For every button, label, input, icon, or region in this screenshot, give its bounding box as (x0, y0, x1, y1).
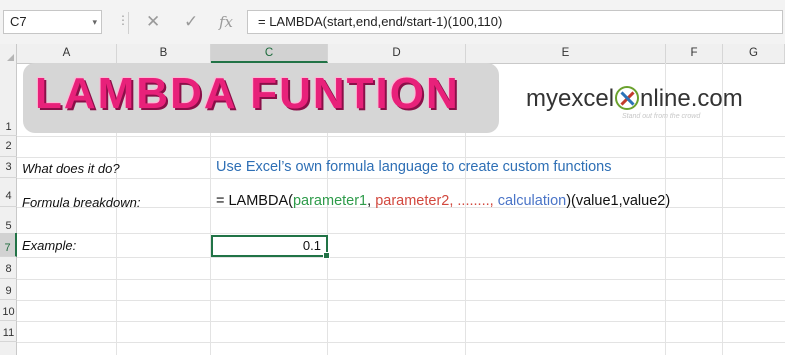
column-header-e[interactable]: E (466, 44, 666, 63)
cell-value: 0.1 (302, 238, 321, 253)
formula-bar: C7 ▾ ⋮ ✕ ✓ fx = LAMBDA(start,end,end/sta… (0, 0, 785, 45)
column-header-a[interactable]: A (17, 44, 117, 63)
gridline (17, 279, 785, 280)
what-value: Use Excel’s own formula language to crea… (216, 159, 612, 175)
breakdown-calculation: calculation (497, 193, 567, 209)
gridline (17, 342, 785, 343)
select-all-button[interactable] (0, 44, 17, 63)
breakdown-param2: parameter2, ........, (375, 193, 494, 209)
breakdown-prefix: = LAMBDA( (216, 193, 293, 209)
logo-x-icon (615, 86, 640, 110)
example-label: Example: (22, 238, 77, 253)
row-header-7[interactable]: 7 (0, 233, 17, 257)
breakdown-sep1: , (367, 193, 376, 209)
row-header-10[interactable]: 10 (0, 300, 17, 321)
column-header-b[interactable]: B (117, 44, 211, 63)
gridline (17, 157, 785, 158)
logo-text-part2: nline.com (640, 85, 743, 112)
row-headers: 1 2 3 4 5 6 7 8 9 10 11 (0, 63, 17, 355)
formula-breakdown: = LAMBDA(parameter1, parameter2, .......… (216, 193, 670, 209)
gridline (17, 233, 785, 234)
chevron-down-icon[interactable]: ▾ (92, 11, 97, 33)
select-all-icon (7, 54, 14, 61)
row-header-2[interactable]: 2 (0, 136, 17, 157)
breakdown-label: Formula breakdown: (22, 195, 141, 210)
name-box[interactable]: C7 ▾ (3, 10, 102, 34)
what-label: What does it do? (22, 161, 120, 176)
logo-text-part1: myexcel (526, 85, 615, 112)
formula-input[interactable]: = LAMBDA(start,end,end/start-1)(100,110) (247, 10, 783, 34)
gridline (17, 257, 785, 258)
gridline (17, 178, 785, 179)
myexcelonline-logo: myexcel nline.com Stand out from the crow… (526, 85, 776, 125)
column-headers: A B C D E F G (0, 44, 785, 64)
name-box-value: C7 (10, 14, 27, 29)
breakdown-param1: parameter1 (292, 193, 368, 209)
more-options-icon[interactable]: ⋮ (117, 14, 129, 26)
row-header-3[interactable]: 3 (0, 157, 17, 178)
row-header-4[interactable]: 4 (0, 178, 17, 207)
title-banner: LAMBDA FUNTION (23, 63, 499, 133)
column-header-g[interactable]: G (723, 44, 785, 63)
insert-function-icon[interactable]: fx (219, 11, 233, 33)
row-header-11[interactable]: 11 (0, 321, 17, 342)
cancel-icon[interactable]: ✕ (146, 11, 160, 33)
enter-icon[interactable]: ✓ (184, 11, 198, 33)
selected-cell-c7[interactable]: 0.1 (211, 235, 330, 259)
breakdown-suffix: )(value1,value2) (566, 193, 671, 209)
formula-bar-divider (128, 12, 129, 34)
logo-tagline: Stand out from the crowd (622, 113, 701, 120)
logo-wordmark: myexcel nline.com (526, 85, 743, 113)
gridline (17, 321, 785, 322)
worksheet-grid[interactable]: LAMBDA FUNTION myexcel nline.com Stand ou… (17, 63, 785, 355)
row-header-9[interactable]: 9 (0, 279, 17, 300)
column-header-d[interactable]: D (328, 44, 466, 63)
column-header-c[interactable]: C (211, 44, 328, 63)
row-header-1[interactable]: 1 (0, 63, 17, 136)
column-header-f[interactable]: F (666, 44, 723, 63)
gridline (17, 136, 785, 137)
row-header-8[interactable]: 8 (0, 257, 17, 279)
banner-title: LAMBDA FUNTION (35, 69, 460, 118)
gridline (17, 300, 785, 301)
fill-handle[interactable] (323, 252, 330, 259)
